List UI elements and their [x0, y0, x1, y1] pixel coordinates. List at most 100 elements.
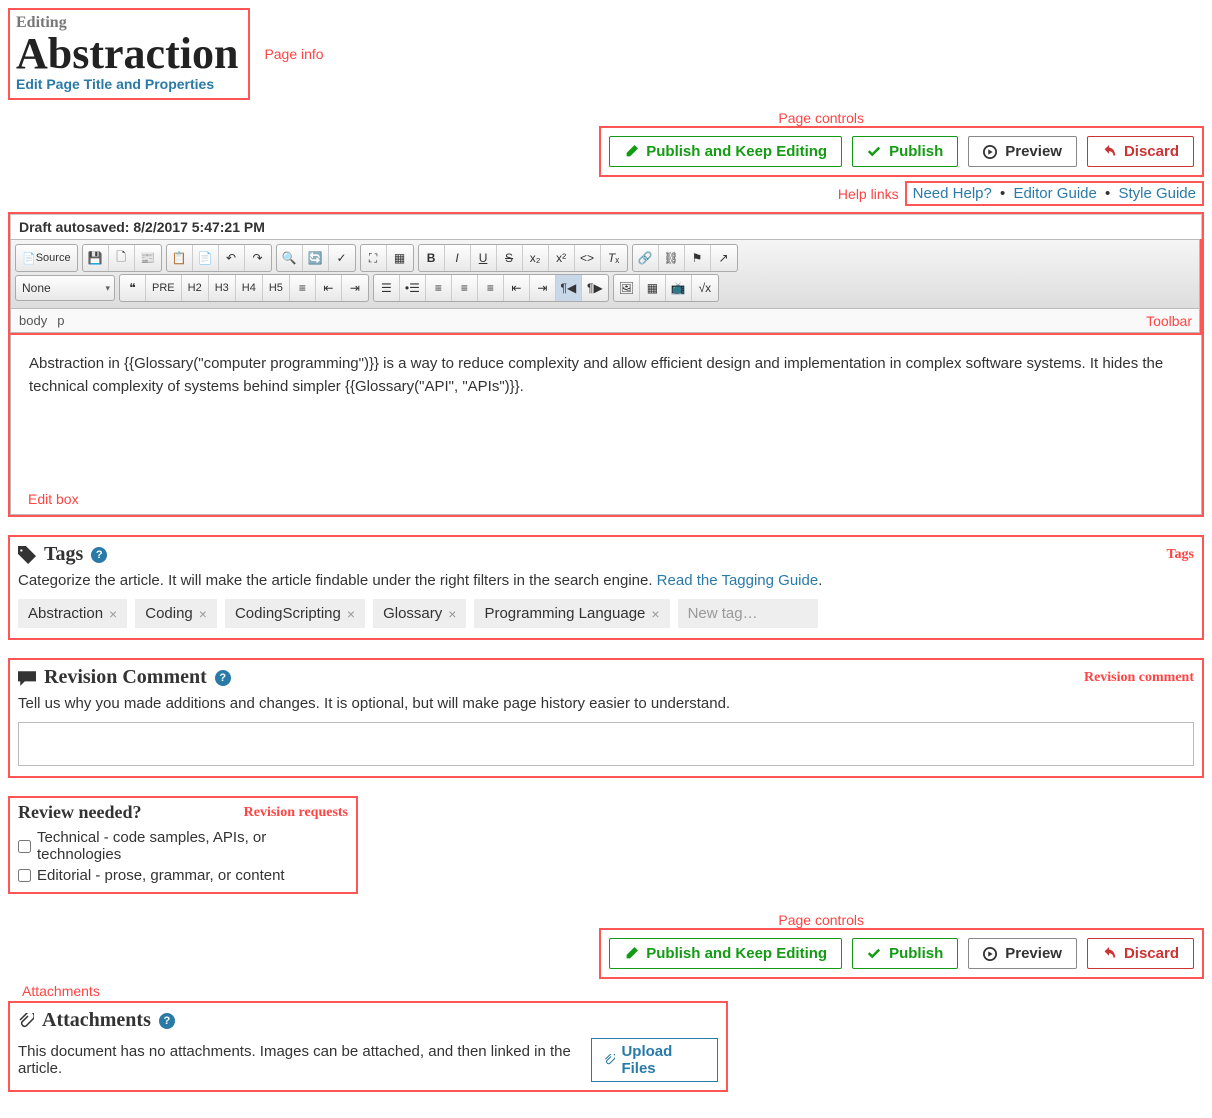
rtl-icon[interactable]: ¶◀ — [556, 275, 582, 301]
redo-icon[interactable]: ↷ — [245, 245, 271, 271]
editor-block: Draft autosaved: 8/2/2017 5:47:21 PM 📄 S… — [8, 212, 1204, 517]
anchor-icon[interactable]: ⚑ — [685, 245, 711, 271]
tag-item[interactable]: Coding× — [135, 599, 217, 628]
tag-item[interactable]: Abstraction× — [18, 599, 127, 628]
save-icon[interactable]: 💾 — [83, 245, 109, 271]
preview-button[interactable]: Preview — [968, 136, 1077, 167]
pencil-icon — [624, 145, 638, 159]
help-links-block: Need Help? • Editor Guide • Style Guide — [905, 181, 1204, 206]
media-icon[interactable]: 📺 — [666, 275, 692, 301]
review-heading: Review needed? — [18, 802, 141, 823]
page-controls-top: Publish and Keep Editing Publish Preview… — [599, 126, 1204, 177]
syntax-icon[interactable]: ≡ — [290, 275, 316, 301]
remove-tag-icon[interactable]: × — [448, 606, 456, 622]
style-guide-link[interactable]: Style Guide — [1118, 185, 1196, 202]
redirect-icon[interactable]: ↗ — [711, 245, 737, 271]
revision-comment-input[interactable] — [18, 722, 1194, 766]
superscript-icon[interactable]: x² — [549, 245, 575, 271]
remove-tag-icon[interactable]: × — [199, 606, 207, 622]
help-icon[interactable]: ? — [91, 547, 107, 563]
code-icon[interactable]: <> — [575, 245, 601, 271]
annotation-editbox: Edit box — [28, 491, 79, 507]
align-left-icon[interactable]: ≡ — [426, 275, 452, 301]
discard-button[interactable]: Discard — [1087, 938, 1194, 969]
discard-button[interactable]: Discard — [1087, 136, 1194, 167]
publish-keep-editing-button[interactable]: Publish and Keep Editing — [609, 136, 842, 167]
page-title: Abstraction — [16, 32, 238, 76]
edit-title-properties-link[interactable]: Edit Page Title and Properties — [16, 76, 238, 92]
subscript-icon[interactable]: x₂ — [523, 245, 549, 271]
revision-description: Tell us why you made additions and chang… — [18, 695, 1194, 712]
path-p[interactable]: p — [57, 313, 64, 328]
underline-icon[interactable]: U — [471, 245, 497, 271]
technical-review-checkbox[interactable] — [18, 840, 31, 853]
remove-tag-icon[interactable]: × — [347, 606, 355, 622]
paste-icon[interactable]: 📄 — [193, 245, 219, 271]
publish-keep-editing-button[interactable]: Publish and Keep Editing — [609, 938, 842, 969]
blockquote-icon[interactable]: ❝ — [120, 275, 146, 301]
outdent-block-icon[interactable]: ⇤ — [316, 275, 342, 301]
need-help-link[interactable]: Need Help? — [913, 185, 992, 202]
align-right-icon[interactable]: ≡ — [478, 275, 504, 301]
publish-button[interactable]: Publish — [852, 938, 958, 969]
paperclip-icon — [18, 1013, 34, 1029]
tagging-guide-link[interactable]: Read the Tagging Guide — [657, 572, 819, 589]
math-icon[interactable]: √x — [692, 275, 718, 301]
tag-item[interactable]: CodingScripting× — [225, 599, 365, 628]
copy-icon[interactable]: 📋 — [167, 245, 193, 271]
align-center-icon[interactable]: ≡ — [452, 275, 478, 301]
path-body[interactable]: body — [19, 313, 47, 328]
format-select[interactable]: None — [15, 275, 115, 301]
attachments-block: Attachments ? This document has no attac… — [8, 1001, 728, 1092]
link-icon[interactable]: 🔗 — [633, 245, 659, 271]
maximize-icon[interactable]: ⛶ — [361, 245, 387, 271]
blocks-icon[interactable]: ▦ — [387, 245, 413, 271]
indent-icon[interactable]: ⇥ — [530, 275, 556, 301]
editorial-label: Editorial - prose, grammar, or content — [37, 867, 285, 884]
h2-button[interactable]: H2 — [182, 275, 209, 301]
spellcheck-icon[interactable]: ✓ — [329, 245, 355, 271]
publish-button[interactable]: Publish — [852, 136, 958, 167]
remove-format-icon[interactable]: Tₓ — [601, 245, 627, 271]
image-icon[interactable]: 🖼 — [614, 275, 640, 301]
tags-heading: Tags — [44, 543, 83, 566]
help-icon[interactable]: ? — [215, 670, 231, 686]
annotation-revision: Revision comment — [1084, 670, 1194, 686]
upload-files-button[interactable]: Upload Files — [591, 1038, 718, 1082]
pre-button[interactable]: PRE — [146, 275, 182, 301]
preview-icon[interactable]: 📰 — [135, 245, 161, 271]
annotation-help-links: Help links — [838, 186, 899, 202]
undo-icon — [1102, 947, 1116, 961]
source-button[interactable]: 📄 Source — [16, 245, 77, 271]
strike-icon[interactable]: S — [497, 245, 523, 271]
editorial-review-checkbox[interactable] — [18, 869, 31, 882]
tags-icon — [18, 546, 36, 564]
tag-item[interactable]: Glossary× — [373, 599, 466, 628]
table-icon[interactable]: ▦ — [640, 275, 666, 301]
replace-icon[interactable]: 🔄 — [303, 245, 329, 271]
indent-block-icon[interactable]: ⇥ — [342, 275, 368, 301]
edit-textarea[interactable]: Abstraction in {{Glossary("computer prog… — [10, 335, 1202, 515]
remove-tag-icon[interactable]: × — [109, 606, 117, 622]
preview-button[interactable]: Preview — [968, 938, 1077, 969]
unlink-icon[interactable]: ⛓ — [659, 245, 685, 271]
new-page-icon[interactable]: 🗋 — [109, 245, 135, 271]
help-icon[interactable]: ? — [159, 1013, 175, 1029]
new-tag-input[interactable]: New tag… — [678, 599, 818, 628]
numbered-list-icon[interactable]: ☰ — [374, 275, 400, 301]
undo-icon[interactable]: ↶ — [219, 245, 245, 271]
revision-comment-block: Revision Comment ? Revision comment Tell… — [8, 658, 1204, 778]
editor-guide-link[interactable]: Editor Guide — [1013, 185, 1096, 202]
outdent-icon[interactable]: ⇤ — [504, 275, 530, 301]
italic-icon[interactable]: I — [445, 245, 471, 271]
find-icon[interactable]: 🔍 — [277, 245, 303, 271]
bold-icon[interactable]: B — [419, 245, 445, 271]
h5-button[interactable]: H5 — [263, 275, 290, 301]
h3-button[interactable]: H3 — [209, 275, 236, 301]
bullet-list-icon[interactable]: •☰ — [400, 275, 426, 301]
remove-tag-icon[interactable]: × — [651, 606, 659, 622]
ltr-icon[interactable]: ¶▶ — [582, 275, 608, 301]
tag-item[interactable]: Programming Language× — [474, 599, 669, 628]
toolbar-block: 📄 Source 💾 🗋 📰 📋 📄 ↶ ↷ 🔍 🔄 ✓ — [10, 239, 1202, 335]
h4-button[interactable]: H4 — [236, 275, 263, 301]
